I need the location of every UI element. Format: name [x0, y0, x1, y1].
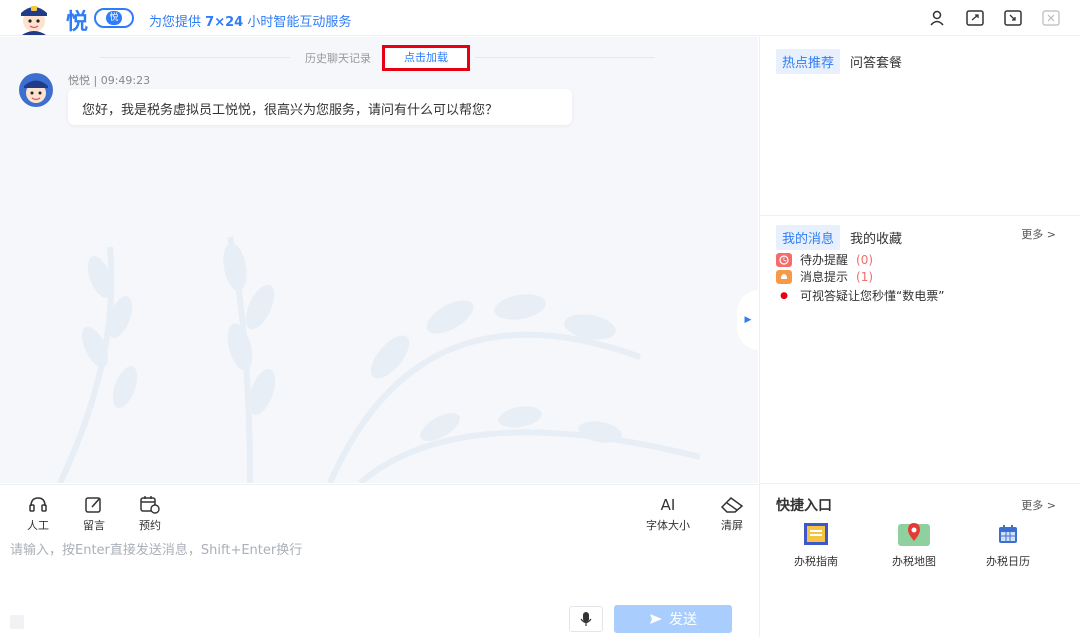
message-notice-count: (1): [856, 269, 874, 284]
history-bar: 历史聊天记录: [0, 47, 758, 67]
user-icon[interactable]: [926, 8, 948, 28]
expand-icon[interactable]: [964, 8, 986, 28]
calendar-icon: [999, 525, 1017, 543]
tax-guide-icon: [804, 523, 828, 545]
notice-text: 可视答疑让您秒懂“数电票”: [800, 289, 945, 303]
quick-tax-guide-label: 办税指南: [794, 555, 838, 568]
history-divider-right: [475, 57, 655, 58]
message-meta: 悦悦 | 09:49:23: [68, 72, 150, 88]
calendar-clock-icon: [140, 496, 160, 514]
send-button[interactable]: 发送: [614, 605, 732, 633]
header: 悦 悦 为您提供 7×24 小时智能互动服务: [0, 0, 1080, 36]
slogan: 为您提供 7×24 小时智能互动服务: [149, 11, 351, 30]
todo-reminder-label: 待办提醒: [800, 253, 849, 267]
hot-tabs: 热点推荐 问答套餐: [776, 49, 904, 74]
messages-more-link[interactable]: 更多 >: [1021, 226, 1056, 242]
corner-handle: [10, 615, 24, 629]
quick-tax-calendar-label: 办税日历: [986, 555, 1030, 568]
slogan-bold: 7×24: [205, 15, 244, 30]
chat-window: 悦 悦 为您提供 7×24 小时智能互动服务 历史聊天记录 点击加载 悦悦 | …: [0, 0, 1080, 637]
message-input[interactable]: 请输入，按Enter直接发送消息，Shift+Enter换行: [10, 539, 302, 558]
quick-tax-map-label: 办税地图: [892, 555, 936, 568]
todo-reminder-item[interactable]: 待办提醒 (0): [776, 251, 873, 268]
quick-tax-map[interactable]: 办税地图: [878, 521, 950, 569]
leave-message-button[interactable]: 留言: [74, 495, 114, 533]
font-size-button[interactable]: AI 字体大小: [640, 495, 696, 533]
tab-qa-package[interactable]: 问答套餐: [848, 49, 904, 74]
microphone-icon: [580, 612, 592, 626]
window-controls: [926, 8, 1062, 28]
tab-hot-recommend[interactable]: 热点推荐: [776, 49, 841, 74]
close-icon[interactable]: [1040, 8, 1062, 28]
wheat-watermark-icon: [57, 236, 701, 483]
send-arrow-icon: [650, 614, 662, 624]
leave-message-label: 留言: [83, 519, 105, 532]
bot-message-bubble: 您好，我是税务虚拟员工悦悦，很高兴为您服务，请问有什么可以帮您？: [68, 89, 572, 125]
history-divider-left: [100, 57, 290, 58]
quick-tax-calendar[interactable]: 办税日历: [972, 521, 1044, 569]
slogan-post: 小时智能互动服务: [247, 15, 352, 30]
triangle-right-icon: ▶: [744, 315, 752, 325]
message-tabs: 我的消息 我的收藏: [776, 225, 904, 250]
meta-separator: |: [93, 74, 101, 87]
appointment-button[interactable]: 预约: [130, 495, 170, 533]
message-time: 09:49:23: [100, 74, 151, 87]
input-area: 人工 留言 预约 AI 字体大小 清屏 请输入，按Enter直接发送消息，Shi…: [0, 484, 758, 637]
font-size-label: 字体大小: [646, 519, 690, 532]
todo-reminder-count: (0): [856, 252, 874, 267]
quick-tax-guide[interactable]: 办税指南: [780, 521, 852, 569]
collapse-panel-toggle[interactable]: ▶: [737, 290, 759, 350]
minimize-icon[interactable]: [1002, 8, 1024, 28]
brand-badge-char: 悦: [106, 11, 122, 25]
eraser-icon: [720, 497, 744, 513]
bullet-dot-icon: ●: [780, 290, 788, 301]
tab-my-messages[interactable]: 我的消息: [776, 225, 841, 250]
chat-area: 历史聊天记录 点击加载 悦悦 | 09:49:23 您好，我是税务虚拟员工悦悦，…: [0, 37, 758, 483]
quick-more-link[interactable]: 更多 >: [1021, 497, 1056, 513]
clear-screen-button[interactable]: 清屏: [712, 495, 752, 533]
message-sender: 悦悦: [68, 74, 90, 87]
bell-icon: [776, 269, 792, 284]
notice-item[interactable]: ● 可视答疑让您秒懂“数电票”: [776, 287, 944, 304]
voice-input-button[interactable]: [569, 606, 603, 632]
tax-officer-avatar-icon: [21, 6, 47, 35]
right-panel: 热点推荐 问答套餐 我的消息 我的收藏 更多 > 待办提醒 (0) 消息提示 (…: [759, 37, 1080, 637]
bot-avatar-icon: [19, 73, 53, 107]
clear-screen-label: 清屏: [721, 519, 743, 532]
map-pin-icon: [898, 523, 930, 546]
human-agent-label: 人工: [27, 519, 49, 532]
brand-logo-char: 悦: [66, 10, 89, 35]
send-label: 发送: [669, 612, 697, 628]
section-divider: [760, 215, 1080, 216]
appointment-label: 预约: [139, 519, 161, 532]
load-history-button[interactable]: 点击加载: [382, 45, 470, 71]
section-divider: [760, 483, 1080, 484]
brand-badge: 悦: [94, 8, 134, 28]
font-size-icon: AI: [660, 496, 676, 514]
message-notice-item[interactable]: 消息提示 (1): [776, 268, 873, 285]
message-notice-label: 消息提示: [800, 270, 849, 284]
slogan-pre: 为您提供: [149, 15, 202, 30]
headset-icon: [29, 497, 47, 512]
history-label: 历史聊天记录: [305, 52, 371, 65]
quick-entry-title: 快捷入口: [776, 498, 832, 514]
tab-my-favorites[interactable]: 我的收藏: [848, 225, 904, 250]
clock-icon: [776, 252, 792, 267]
human-agent-button[interactable]: 人工: [18, 495, 58, 533]
edit-icon: [85, 497, 101, 513]
